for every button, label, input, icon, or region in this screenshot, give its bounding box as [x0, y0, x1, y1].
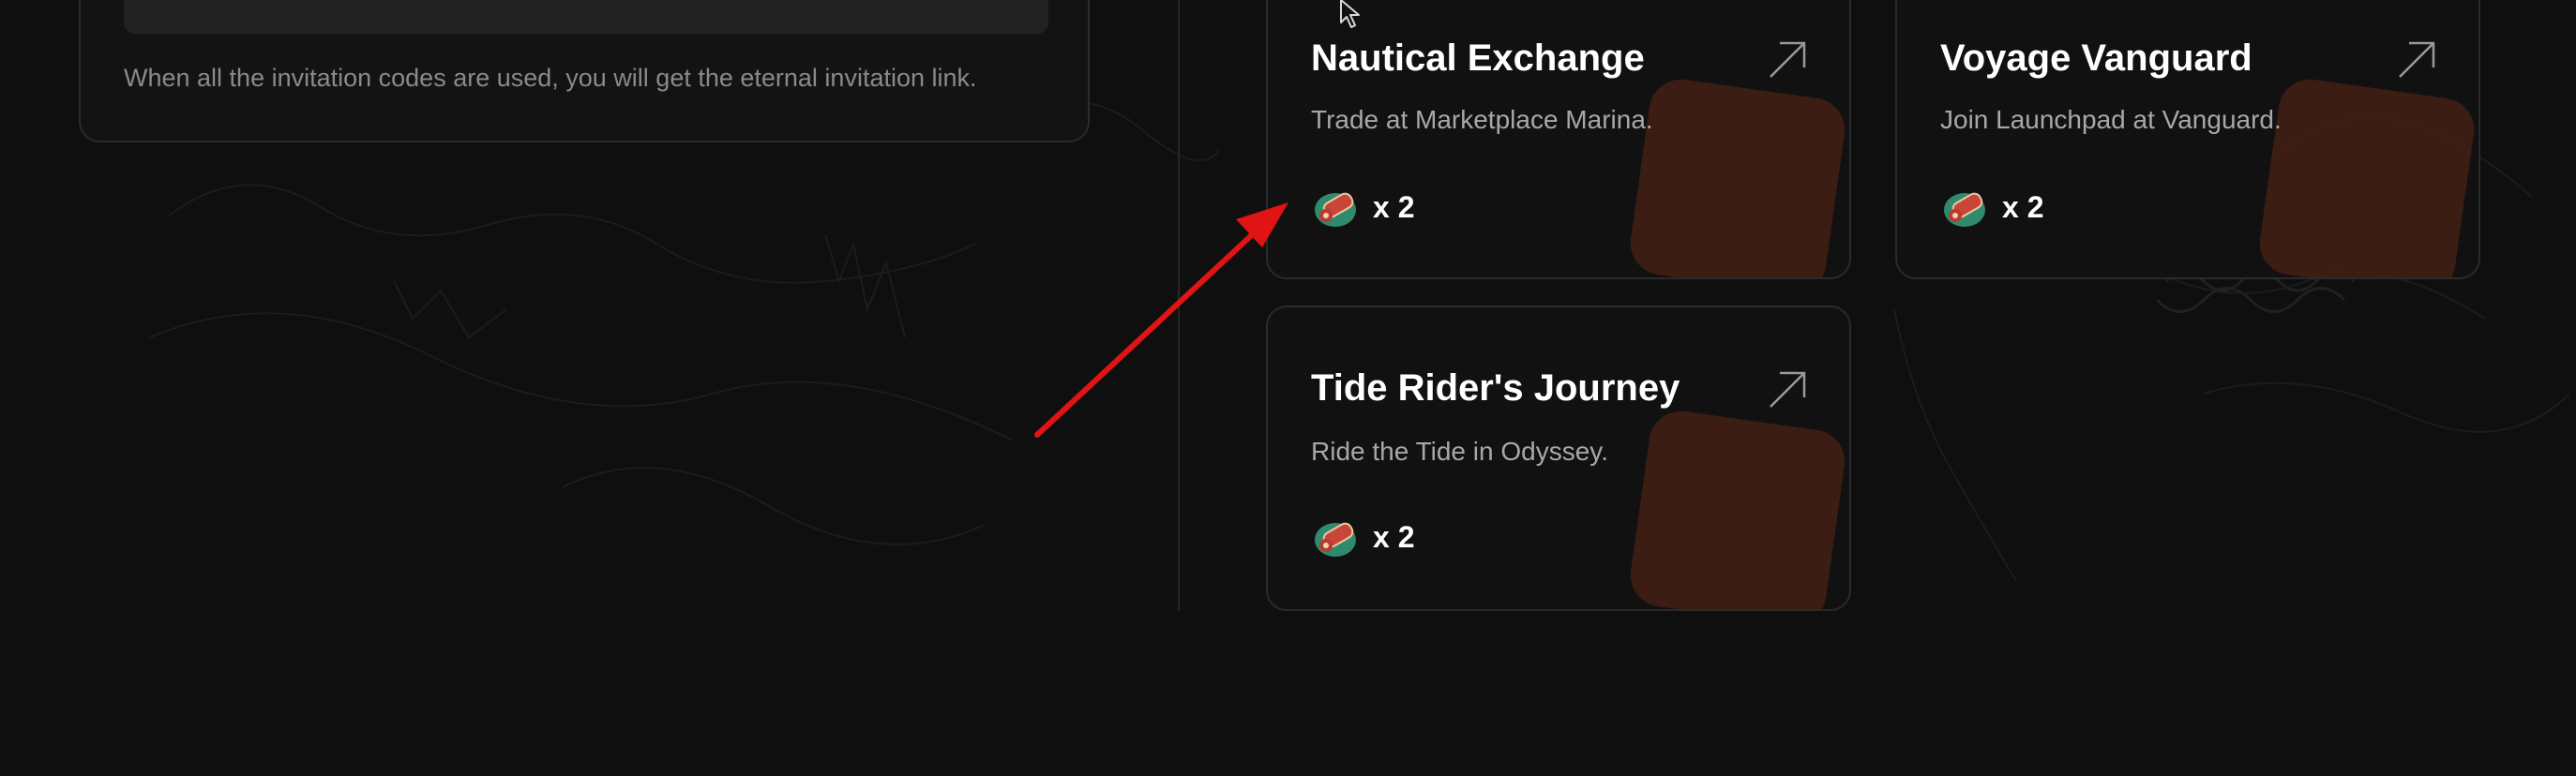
card-title: Voyage Vanguard	[1940, 37, 2252, 79]
scroll-icon	[1315, 522, 1356, 557]
reward: x 2	[1311, 184, 1414, 231]
invitation-panel: When all the invitation codes are used, …	[79, 0, 1090, 142]
card-description: Join Launchpad at Vanguard.	[1940, 105, 2282, 134]
arrow-up-right-icon[interactable]	[1767, 39, 1808, 81]
card-decoration	[1626, 75, 1849, 277]
vertical-divider	[1178, 0, 1180, 611]
reward-count: x 2	[1373, 519, 1415, 554]
card-title: Tide Rider's Journey	[1311, 367, 1680, 409]
arrow-up-right-icon[interactable]	[1767, 369, 1808, 410]
scroll-icon	[1315, 192, 1356, 227]
card-description: Trade at Marketplace Marina.	[1311, 105, 1653, 134]
card-decoration	[1626, 407, 1849, 609]
arrow-up-right-icon[interactable]	[2396, 39, 2437, 81]
quest-card-nautical-exchange[interactable]: Nautical Exchange Trade at Marketplace M…	[1266, 0, 1851, 279]
mouse-cursor-icon	[1340, 0, 1360, 28]
quest-card-voyage-vanguard[interactable]: Voyage Vanguard Join Launchpad at Vangua…	[1895, 0, 2480, 279]
reward-count: x 2	[1373, 189, 1415, 224]
scroll-icon	[1944, 192, 1985, 227]
quest-card-tide-riders-journey[interactable]: Tide Rider's Journey Ride the Tide in Od…	[1266, 306, 1851, 611]
reward: x 2	[1311, 514, 1414, 560]
reward: x 2	[1940, 184, 2043, 231]
card-title: Nautical Exchange	[1311, 37, 1645, 79]
invitation-code-field[interactable]	[124, 0, 1048, 34]
invitation-note: When all the invitation codes are used, …	[124, 64, 977, 92]
reward-count: x 2	[2002, 189, 2044, 224]
quest-page: When all the invitation codes are used, …	[0, 0, 2576, 776]
card-description: Ride the Tide in Odyssey.	[1311, 437, 1608, 466]
card-decoration	[2255, 75, 2478, 277]
